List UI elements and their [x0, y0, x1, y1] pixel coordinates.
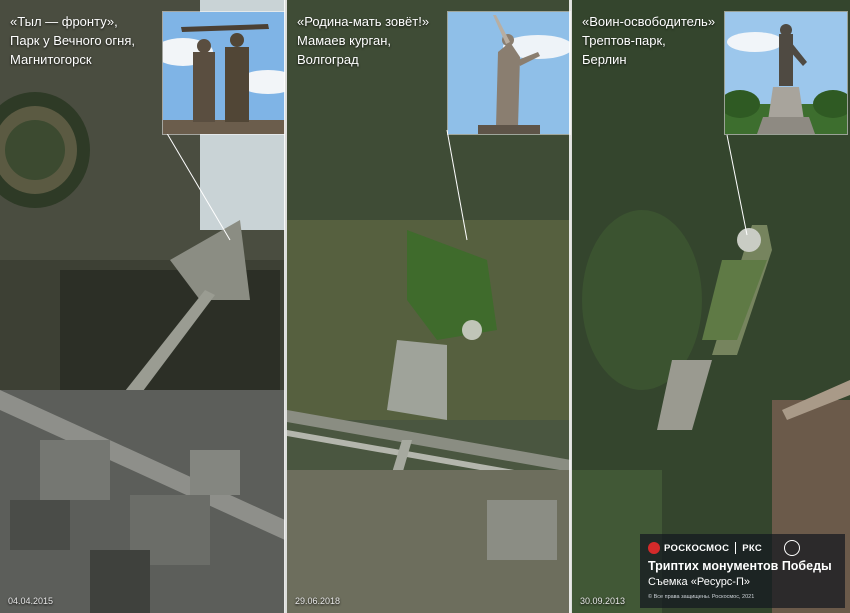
- caption-magnitogorsk: «Тыл — фронту», Парк у Вечного огня, Маг…: [10, 12, 135, 69]
- brand-logos: РОСКОСМОС РКС: [648, 540, 801, 556]
- rks-wordmark: РКС: [742, 542, 763, 554]
- monument-photo-berlin: [724, 11, 848, 135]
- location-city: Берлин: [582, 52, 627, 67]
- brand-subtitle: Съемка «Ресурс-П»: [648, 576, 750, 588]
- monument-name: «Воин-освободитель»: [582, 14, 716, 29]
- brand-copyright: © Все права защищены. Роскосмос, 2021: [648, 594, 755, 600]
- monument-photo-volgograd: [447, 11, 571, 135]
- panel-volgograd: «Родина-мать зовёт!» Мамаев курган, Волг…: [287, 0, 571, 613]
- caption-berlin: «Воин-освободитель» Трептов-парк, Берлин: [582, 12, 715, 69]
- brand-title: Триптих монументов Победы: [648, 559, 832, 573]
- location-park: Трептов-парк,: [582, 33, 666, 48]
- location-city: Магнитогорск: [10, 52, 92, 67]
- capture-date: 29.06.2018: [295, 596, 341, 606]
- panel-berlin: «Воин-освободитель» Трептов-парк, Берлин…: [572, 0, 850, 613]
- roscosmos-logo-icon: [648, 542, 660, 554]
- branding-block: РОСКОСМОС РКС Триптих монументов Победы …: [640, 534, 845, 608]
- monuments-triptych: «Тыл — фронту», Парк у Вечного огня, Маг…: [0, 0, 850, 613]
- capture-date: 04.04.2015: [8, 596, 54, 606]
- location-city: Волгоград: [297, 52, 359, 67]
- roscosmos-wordmark: РОСКОСМОС: [664, 542, 730, 554]
- monument-name: «Тыл — фронту»,: [10, 14, 118, 29]
- capture-date: 30.09.2013: [580, 596, 626, 606]
- location-park: Парк у Вечного огня,: [10, 33, 135, 48]
- logo-separator: [735, 542, 737, 554]
- caption-volgograd: «Родина-мать зовёт!» Мамаев курган, Волг…: [297, 12, 429, 69]
- ria-logo-icon: [784, 540, 801, 556]
- location-park: Мамаев курган,: [297, 33, 392, 48]
- monument-name: «Родина-мать зовёт!»: [297, 14, 430, 29]
- monument-photo-magnitogorsk: [162, 11, 285, 135]
- panel-magnitogorsk: «Тыл — фронту», Парк у Вечного огня, Маг…: [0, 0, 285, 613]
